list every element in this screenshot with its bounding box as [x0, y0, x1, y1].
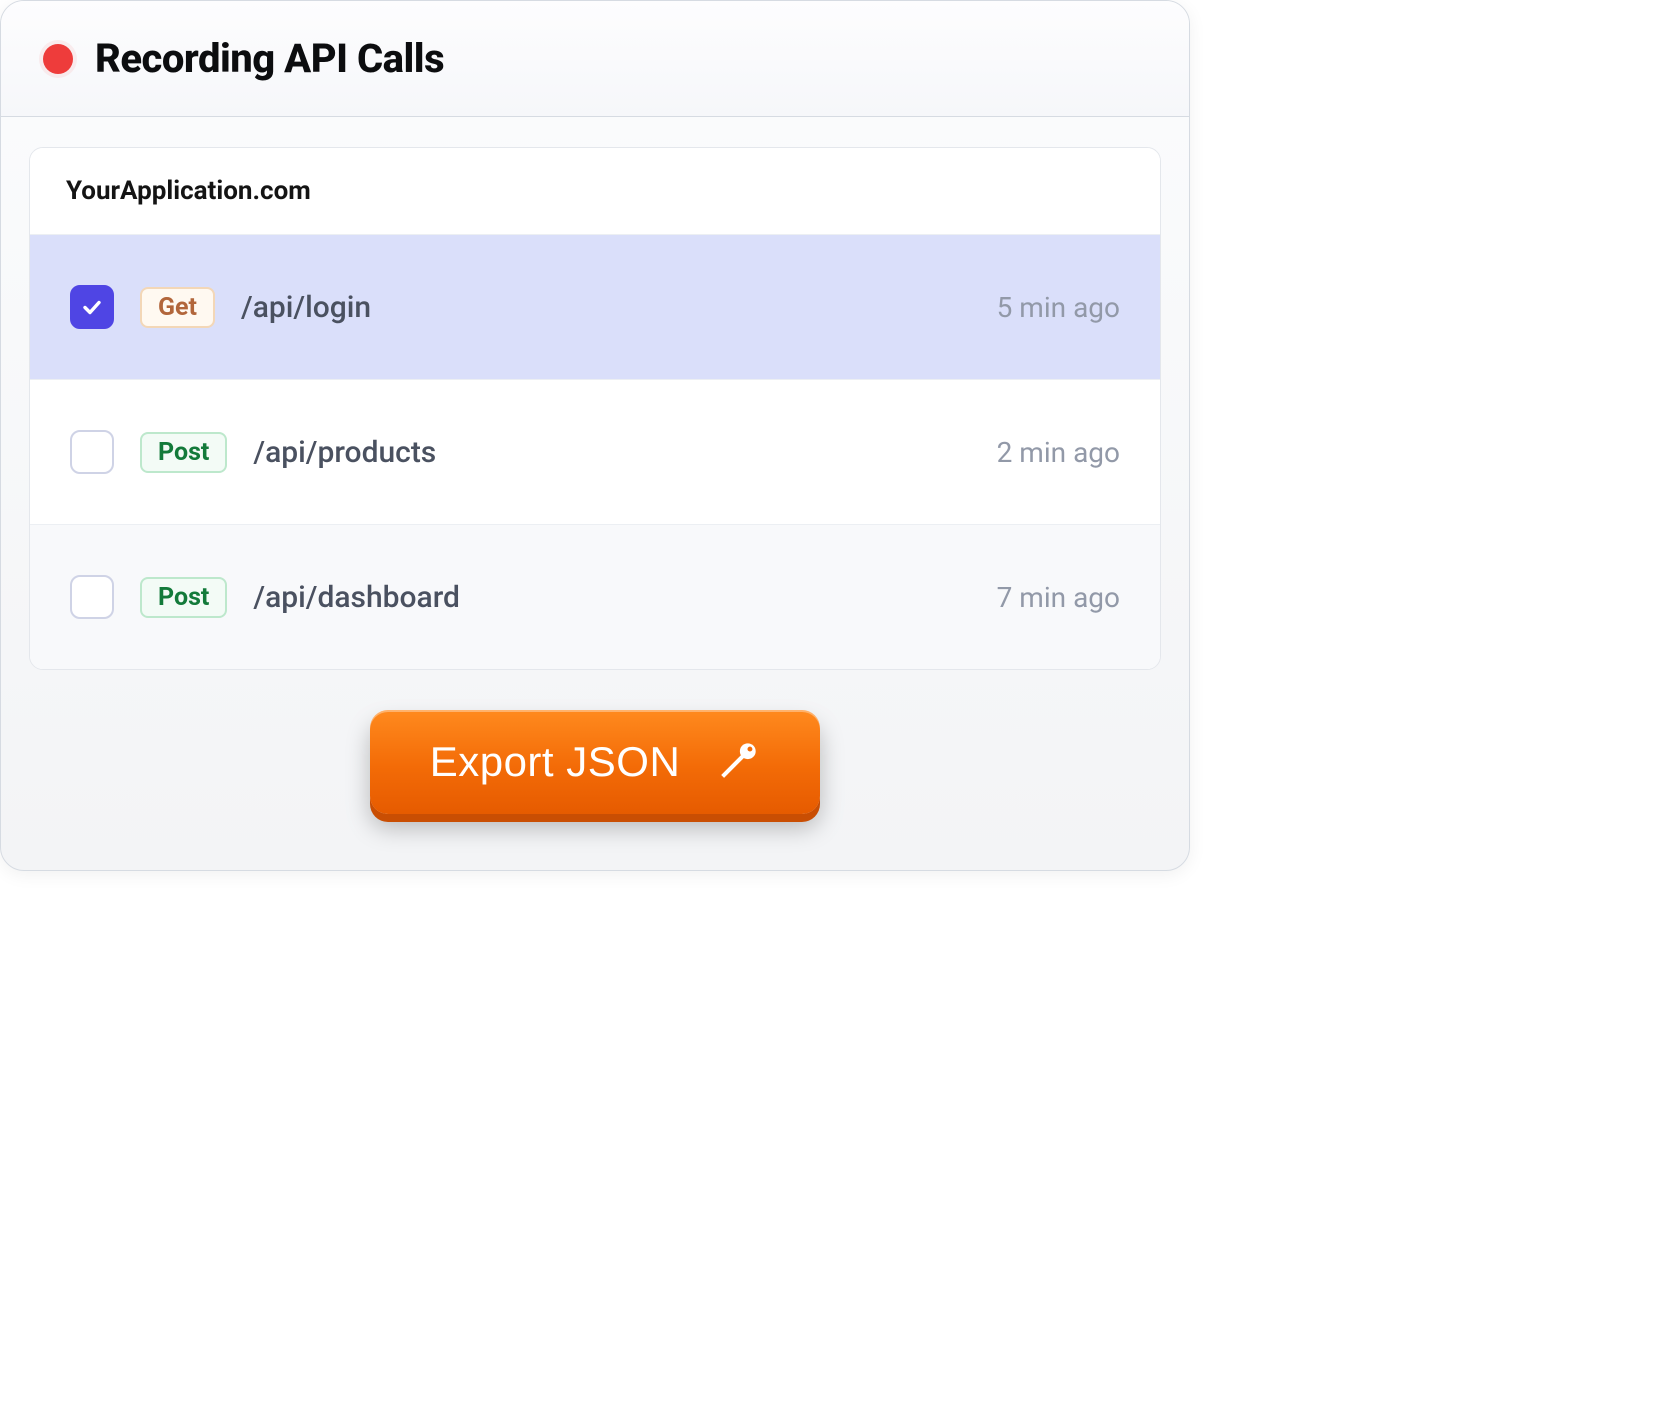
api-call-row[interactable]: Get/api/login 5 min ago: [30, 234, 1160, 379]
select-call-checkbox[interactable]: [70, 575, 114, 619]
api-call-row[interactable]: Post/api/dashboard 7 min ago: [30, 524, 1160, 669]
call-timestamp: 2 min ago: [997, 436, 1120, 469]
api-call-row[interactable]: Post/api/products 2 min ago: [30, 379, 1160, 524]
select-call-checkbox[interactable]: [70, 430, 114, 474]
row-left: Post/api/dashboard: [70, 575, 460, 619]
endpoint-path: /api/dashboard: [253, 580, 460, 615]
endpoint-path: /api/login: [241, 290, 371, 325]
panel-title: Recording API Calls: [95, 35, 444, 82]
domain-label: YourApplication.com: [30, 148, 1160, 234]
http-method-badge: Post: [140, 577, 227, 618]
panel-header: Recording API Calls: [1, 1, 1189, 117]
export-json-button[interactable]: Export JSON: [370, 710, 821, 814]
row-left: Get/api/login: [70, 285, 371, 329]
http-method-badge: Post: [140, 432, 227, 473]
recording-indicator-icon: [43, 44, 73, 74]
recording-panel: Recording API Calls YourApplication.com …: [0, 0, 1190, 871]
endpoint-path: /api/products: [253, 435, 436, 470]
row-left: Post/api/products: [70, 430, 436, 474]
call-timestamp: 5 min ago: [997, 291, 1120, 324]
export-section: Export JSON: [1, 670, 1189, 870]
postman-icon: [714, 739, 760, 785]
call-timestamp: 7 min ago: [997, 581, 1120, 614]
export-button-label: Export JSON: [430, 738, 681, 786]
http-method-badge: Get: [140, 287, 215, 328]
select-call-checkbox[interactable]: [70, 285, 114, 329]
api-calls-list: YourApplication.com Get/api/login 5 min a…: [29, 147, 1161, 670]
